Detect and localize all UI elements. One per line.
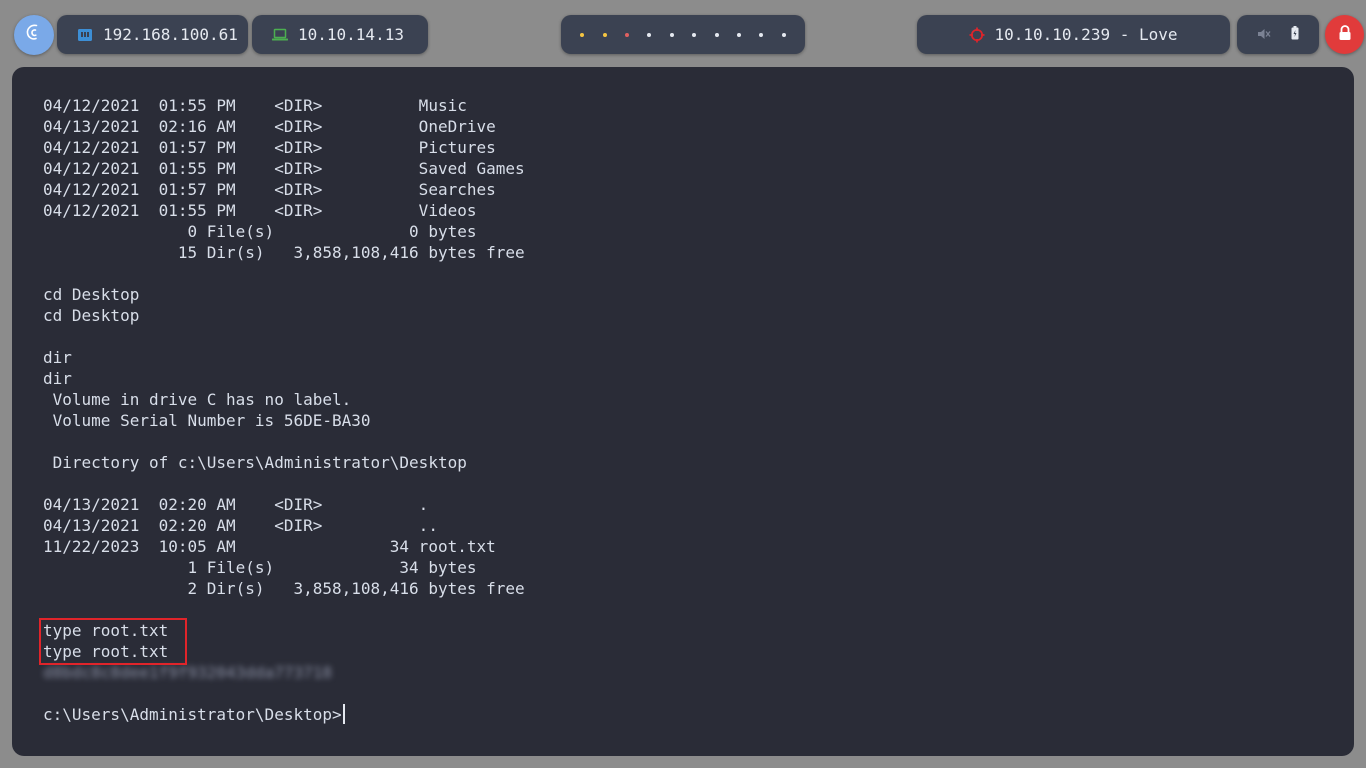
workspace-dot-8[interactable] — [736, 32, 741, 37]
terminal-line: 0 File(s) 0 bytes — [43, 221, 1354, 242]
terminal-line: 04/13/2021 02:20 AM <DIR> . — [43, 494, 1354, 515]
lock-screen-button[interactable] — [1325, 15, 1364, 54]
terminal-line-text: 04/13/2021 02:20 AM <DIR> .. — [43, 516, 438, 535]
terminal-line: 04/12/2021 01:57 PM <DIR> Pictures — [43, 137, 1354, 158]
text-cursor — [342, 704, 345, 724]
terminal-line-text: c:\Users\Administrator\Desktop> — [43, 705, 342, 724]
redacted-flag-line: d8bdc8c8dee1f9f932043dda773718 — [43, 662, 1354, 683]
workspace-dot-6[interactable] — [692, 32, 697, 37]
terminal-line-text: cd Desktop — [43, 285, 140, 304]
system-tray — [1237, 15, 1319, 54]
debian-swirl-icon — [23, 22, 45, 48]
terminal-line-text: Volume Serial Number is 56DE-BA30 — [43, 411, 371, 430]
workspace-dot-7[interactable] — [714, 32, 719, 37]
terminal-line: cd Desktop — [43, 284, 1354, 305]
host-ip-text: 192.168.100.61 — [103, 25, 238, 44]
terminal-line: Directory of c:\Users\Administrator\Desk… — [43, 452, 1354, 473]
terminal-line: 04/13/2021 02:20 AM <DIR> .. — [43, 515, 1354, 536]
terminal-line-text: Volume in drive C has no label. — [43, 390, 352, 409]
terminal-line-text: 04/12/2021 01:55 PM <DIR> Music — [43, 96, 467, 115]
terminal-line-text: 0 File(s) 0 bytes — [43, 222, 477, 241]
terminal-line-text: dir — [43, 348, 72, 367]
battery-icon[interactable] — [1291, 25, 1299, 44]
highlight-annotation-box — [39, 618, 187, 665]
terminal-line-text: 04/12/2021 01:57 PM <DIR> Pictures — [43, 138, 496, 157]
workspace-switcher[interactable] — [561, 15, 805, 54]
terminal-line: dir — [43, 368, 1354, 389]
terminal-line-text: 04/12/2021 01:55 PM <DIR> Saved Games — [43, 159, 525, 178]
debian-logo-button[interactable] — [14, 15, 54, 55]
top-panel: 192.168.100.61 10.10.14.13 10.10.10.239 … — [0, 0, 1366, 68]
speaker-muted-icon[interactable] — [1257, 25, 1271, 44]
terminal-line: 04/13/2021 02:16 AM <DIR> OneDrive — [43, 116, 1354, 137]
terminal-line-text: 11/22/2023 10:05 AM 34 root.txt — [43, 537, 496, 556]
workspace-dot-3[interactable] — [624, 32, 629, 37]
workspace-dot-4[interactable] — [647, 32, 652, 37]
terminal-line: 2 Dir(s) 3,858,108,416 bytes free — [43, 578, 1354, 599]
terminal-line-text: 15 Dir(s) 3,858,108,416 bytes free — [43, 243, 525, 262]
laptop-icon — [272, 28, 288, 41]
target-label-text: 10.10.10.239 - Love — [994, 25, 1178, 44]
terminal-line-text: 2 Dir(s) 3,858,108,416 bytes free — [43, 579, 525, 598]
terminal-line: Volume Serial Number is 56DE-BA30 — [43, 410, 1354, 431]
crosshair-icon — [969, 27, 985, 43]
terminal-window[interactable]: 04/12/2021 01:55 PM <DIR> Music 04/13/202… — [12, 67, 1354, 756]
terminal-line-text: d8bdc8c8dee1f9f932043dda773718 — [43, 663, 332, 682]
workspace-dot-1[interactable] — [580, 32, 585, 37]
terminal-line: 04/12/2021 01:55 PM <DIR> Saved Games — [43, 158, 1354, 179]
terminal-line-text: dir — [43, 369, 72, 388]
terminal-line: 04/12/2021 01:55 PM <DIR> Videos — [43, 200, 1354, 221]
terminal-output: 04/12/2021 01:55 PM <DIR> Music 04/13/202… — [43, 95, 1354, 725]
terminal-line: dir — [43, 347, 1354, 368]
workspace-dot-2[interactable] — [602, 32, 607, 37]
terminal-line-text: 04/12/2021 01:55 PM <DIR> Videos — [43, 201, 477, 220]
terminal-line-text: 1 File(s) 34 bytes — [43, 558, 477, 577]
vpn-ip-widget[interactable]: 10.10.14.13 — [252, 15, 428, 54]
terminal-line: type root.txt — [43, 620, 1354, 641]
terminal-line: 1 File(s) 34 bytes — [43, 557, 1354, 578]
network-card-icon — [77, 28, 93, 42]
workspace-dot-9[interactable] — [759, 32, 764, 37]
terminal-line: Volume in drive C has no label. — [43, 389, 1354, 410]
terminal-line: cd Desktop — [43, 305, 1354, 326]
terminal-line: type root.txt — [43, 641, 1354, 662]
vpn-ip-text: 10.10.14.13 — [298, 25, 404, 44]
terminal-line: 04/12/2021 01:55 PM <DIR> Music — [43, 95, 1354, 116]
terminal-line-text: 04/13/2021 02:20 AM <DIR> . — [43, 495, 429, 514]
host-ip-widget[interactable]: 192.168.100.61 — [57, 15, 248, 54]
prompt-line: c:\Users\Administrator\Desktop> — [43, 704, 1354, 725]
target-widget[interactable]: 10.10.10.239 - Love — [917, 15, 1230, 54]
lock-icon — [1338, 24, 1352, 45]
terminal-line-text: 04/12/2021 01:57 PM <DIR> Searches — [43, 180, 496, 199]
terminal-line: 11/22/2023 10:05 AM 34 root.txt — [43, 536, 1354, 557]
terminal-line-text: cd Desktop — [43, 306, 140, 325]
workspace-dot-10[interactable] — [781, 32, 786, 37]
terminal-line-text: 04/13/2021 02:16 AM <DIR> OneDrive — [43, 117, 496, 136]
workspace-dot-5[interactable] — [669, 32, 674, 37]
terminal-line: 15 Dir(s) 3,858,108,416 bytes free — [43, 242, 1354, 263]
terminal-line: 04/12/2021 01:57 PM <DIR> Searches — [43, 179, 1354, 200]
terminal-line-text: Directory of c:\Users\Administrator\Desk… — [43, 453, 467, 472]
